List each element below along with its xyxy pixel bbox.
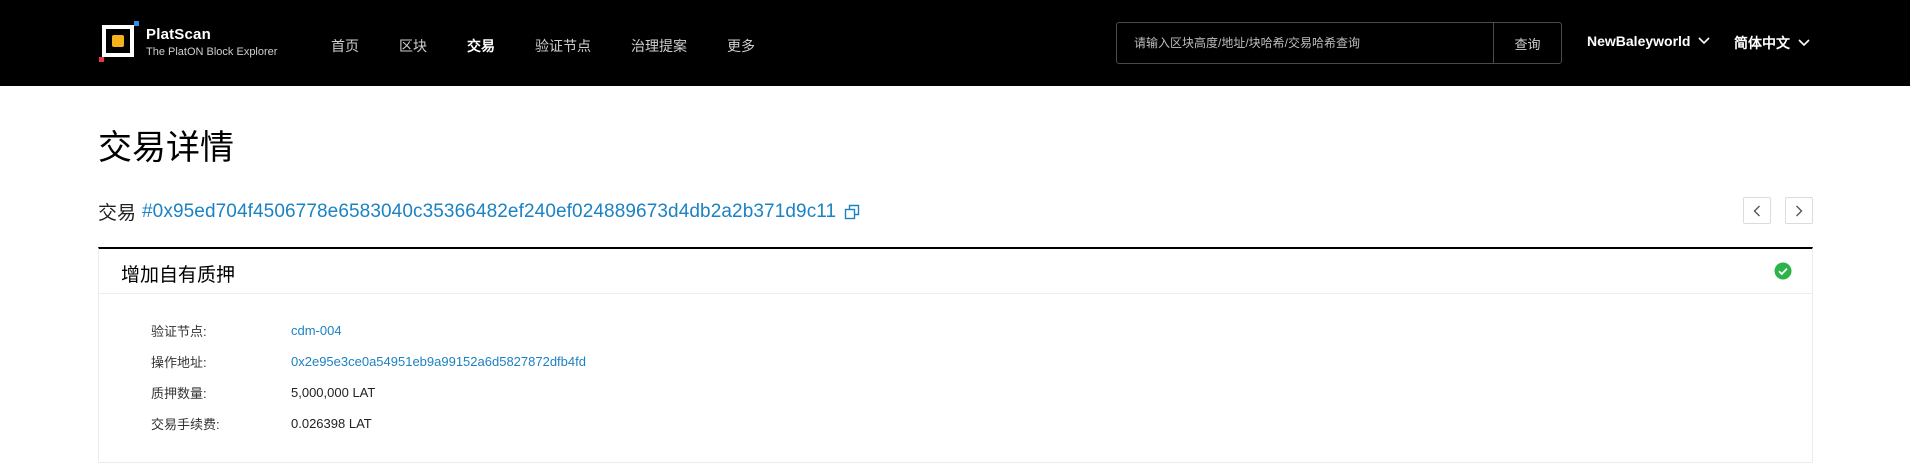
search-box: 查询 bbox=[1116, 22, 1562, 64]
network-label: NewBaleyworld bbox=[1587, 33, 1691, 49]
chevron-down-icon bbox=[1798, 39, 1810, 47]
top-navbar: PlatScan The PlatON Block Explorer 首页 区块… bbox=[0, 0, 1910, 86]
detail-row-tx-fee: 交易手续费: 0.026398 LAT bbox=[151, 413, 372, 433]
nav-more[interactable]: 更多 bbox=[727, 36, 755, 56]
search-button[interactable]: 查询 bbox=[1493, 23, 1561, 63]
validator-link[interactable]: cdm-004 bbox=[291, 323, 342, 338]
search-input[interactable] bbox=[1117, 23, 1493, 63]
tx-hash: #0x95ed704f4506778e6583040c35366482ef240… bbox=[142, 200, 837, 222]
tx-prefix-label: 交易 bbox=[98, 203, 137, 224]
card-header: 增加自有质押 bbox=[99, 249, 1812, 294]
language-label: 简体中文 bbox=[1734, 35, 1790, 51]
page-title: 交易详情 bbox=[98, 129, 234, 167]
transaction-type-title: 增加自有质押 bbox=[121, 265, 236, 286]
chevron-down-icon bbox=[1698, 37, 1711, 45]
row-label: 验证节点: bbox=[151, 323, 207, 339]
detail-row-validator: 验证节点: cdm-004 bbox=[151, 320, 342, 340]
transaction-detail-card: 增加自有质押 验证节点: cdm-004 操作地址: 0x2e95e3ce0a5… bbox=[98, 247, 1813, 463]
nav-proposals[interactable]: 治理提案 bbox=[631, 36, 687, 56]
previous-transaction-button[interactable] bbox=[1743, 197, 1771, 224]
nav-transactions[interactable]: 交易 bbox=[467, 36, 495, 56]
scrollbar[interactable] bbox=[1910, 0, 1920, 475]
nav-home[interactable]: 首页 bbox=[331, 36, 359, 56]
platscan-logo[interactable] bbox=[98, 20, 142, 66]
nav-blocks[interactable]: 区块 bbox=[399, 36, 427, 56]
check-circle-icon bbox=[1774, 262, 1792, 280]
stake-amount-value: 5,000,000 LAT bbox=[291, 384, 376, 400]
brand-name[interactable]: PlatScan bbox=[146, 26, 211, 43]
row-label: 交易手续费: bbox=[151, 416, 220, 432]
next-transaction-button[interactable] bbox=[1785, 197, 1813, 224]
chevron-right-icon bbox=[1796, 205, 1803, 216]
detail-row-stake-amount: 质押数量: 5,000,000 LAT bbox=[151, 382, 375, 402]
operator-address-link[interactable]: 0x2e95e3ce0a54951eb9a99152a6d5827872dfb4… bbox=[291, 354, 586, 369]
brand-subtitle: The PlatON Block Explorer bbox=[146, 46, 278, 58]
tx-fee-value: 0.026398 LAT bbox=[291, 415, 372, 431]
transaction-hash-line: 交易 #0x95ed704f4506778e6583040c35366482ef… bbox=[98, 198, 860, 225]
network-dropdown[interactable]: NewBaleyworld bbox=[1587, 33, 1711, 49]
nav-validators[interactable]: 验证节点 bbox=[535, 36, 591, 56]
chevron-left-icon bbox=[1753, 205, 1760, 216]
language-dropdown[interactable]: 简体中文 bbox=[1734, 33, 1810, 53]
detail-row-operator-address: 操作地址: 0x2e95e3ce0a54951eb9a99152a6d58278… bbox=[151, 351, 586, 371]
row-label: 质押数量: bbox=[151, 385, 207, 401]
row-label: 操作地址: bbox=[151, 354, 207, 370]
copy-icon[interactable] bbox=[844, 204, 860, 220]
